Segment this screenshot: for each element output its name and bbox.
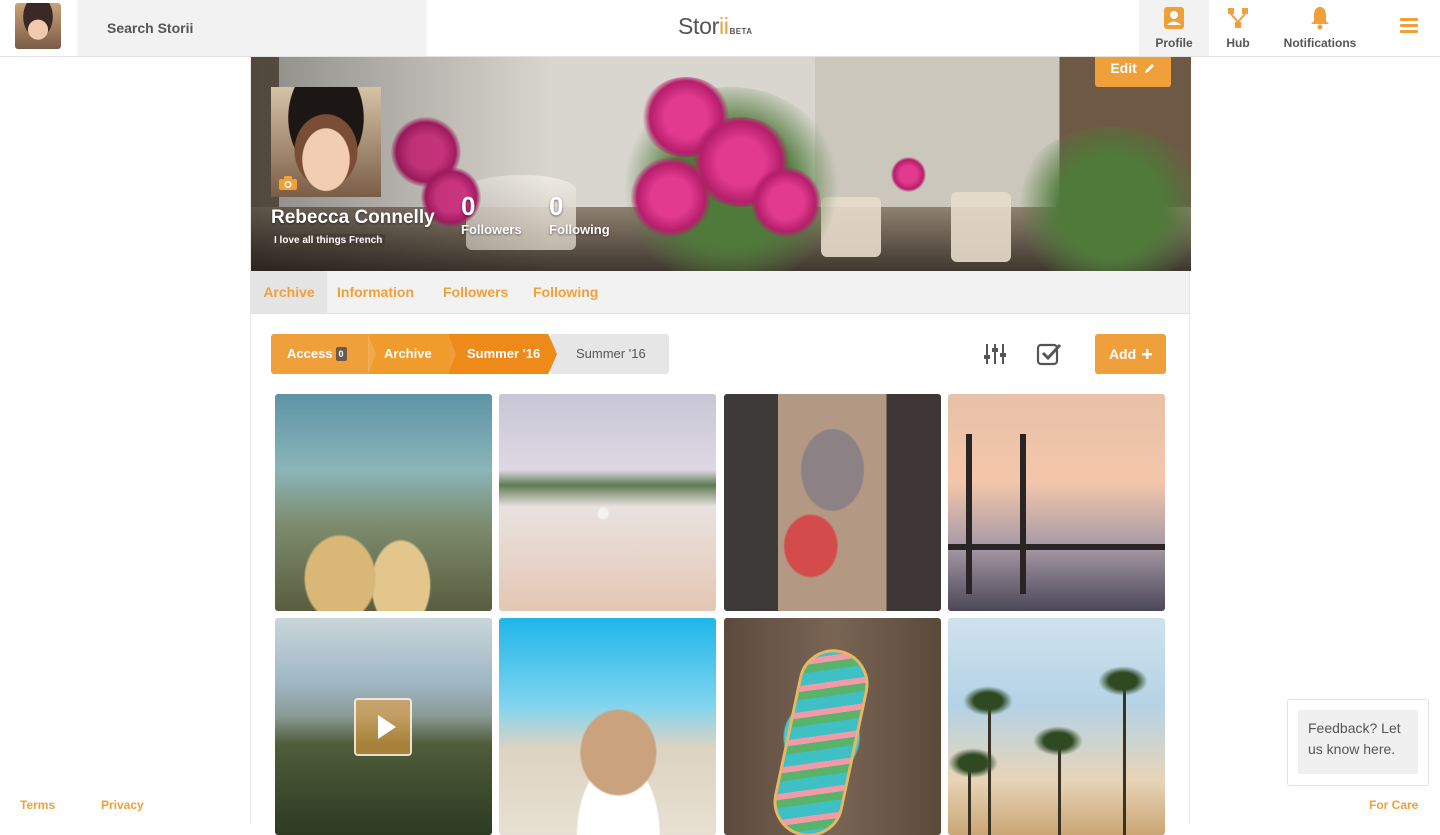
video-tile[interactable] [275, 618, 492, 835]
camera-icon[interactable] [278, 175, 298, 191]
photo-tile[interactable] [948, 394, 1165, 611]
nav-profile-label: Profile [1155, 36, 1193, 50]
profile-name: Rebecca Connelly [271, 207, 435, 228]
breadcrumb-current: Summer '16 [551, 334, 669, 374]
add-label: Add [1108, 346, 1137, 362]
photo-tile[interactable] [499, 394, 716, 611]
for-care-link[interactable]: For Care [1369, 798, 1418, 812]
bell-icon [1311, 7, 1329, 30]
following-stat[interactable]: 0 Following [549, 191, 610, 237]
photo-tile[interactable] [724, 618, 941, 835]
profile-icon [1164, 7, 1184, 29]
followers-count: 0 [461, 191, 476, 221]
nav-hub-label: Hub [1226, 36, 1250, 50]
profile-main: Edit Rebecca Connelly I love all things … [250, 57, 1191, 835]
nav-hub[interactable]: Hub [1209, 0, 1267, 56]
plus-icon [1142, 349, 1153, 359]
profile-tabs: Archive Information Followers Following [251, 271, 1189, 314]
nav-notifications[interactable]: Notifications [1270, 0, 1370, 56]
pencil-icon [1144, 64, 1154, 73]
top-bar: StoriiBETA Profile Hub Notifications [0, 0, 1440, 57]
feedback-widget[interactable]: Feedback? Let us know here. [1287, 699, 1429, 786]
nav-profile[interactable]: Profile [1139, 0, 1209, 56]
following-label: Following [549, 222, 610, 237]
access-count-badge: 0 [335, 347, 347, 361]
logo-text: Stor [678, 13, 719, 39]
privacy-link[interactable]: Privacy [101, 798, 144, 812]
photo-tile[interactable] [275, 394, 492, 611]
breadcrumb-access[interactable]: Access 0 [271, 334, 369, 374]
nav-notifications-label: Notifications [1283, 36, 1357, 50]
tab-information[interactable]: Information [337, 271, 414, 313]
storii-logo[interactable]: StoriiBETA [678, 13, 752, 40]
edit-profile-button[interactable]: Edit [1095, 57, 1171, 87]
followers-label: Followers [461, 222, 522, 237]
search-input[interactable] [77, 0, 427, 56]
cover-photo: Edit Rebecca Connelly I love all things … [251, 57, 1191, 271]
user-avatar[interactable] [15, 3, 61, 49]
terms-link[interactable]: Terms [20, 798, 55, 812]
menu-icon[interactable] [1396, 15, 1422, 39]
feedback-text[interactable]: Feedback? Let us know here. [1298, 710, 1418, 774]
tab-following[interactable]: Following [533, 271, 598, 313]
photo-tile[interactable] [499, 618, 716, 835]
photo-tile[interactable] [724, 394, 941, 611]
checkbox-check-icon[interactable] [1036, 341, 1062, 367]
search-box[interactable] [77, 0, 427, 56]
profile-bio: I love all things French [271, 234, 386, 247]
breadcrumb-archive[interactable]: Archive [368, 334, 449, 374]
tab-followers[interactable]: Followers [443, 271, 508, 313]
beta-label: BETA [729, 27, 753, 36]
tab-archive[interactable]: Archive [251, 271, 327, 313]
edit-label: Edit [1110, 60, 1137, 76]
breadcrumb-access-label: Access [287, 346, 333, 361]
logo-accent: ii [718, 13, 729, 39]
breadcrumb-summer[interactable]: Summer '16 [449, 334, 557, 374]
hub-icon [1228, 8, 1248, 28]
photo-tile[interactable] [948, 618, 1165, 835]
followers-stat[interactable]: 0 Followers [461, 191, 522, 237]
play-icon[interactable] [354, 698, 412, 756]
add-button[interactable]: Add [1095, 334, 1166, 374]
filter-sliders-icon[interactable] [983, 341, 1007, 367]
following-count: 0 [549, 191, 564, 221]
